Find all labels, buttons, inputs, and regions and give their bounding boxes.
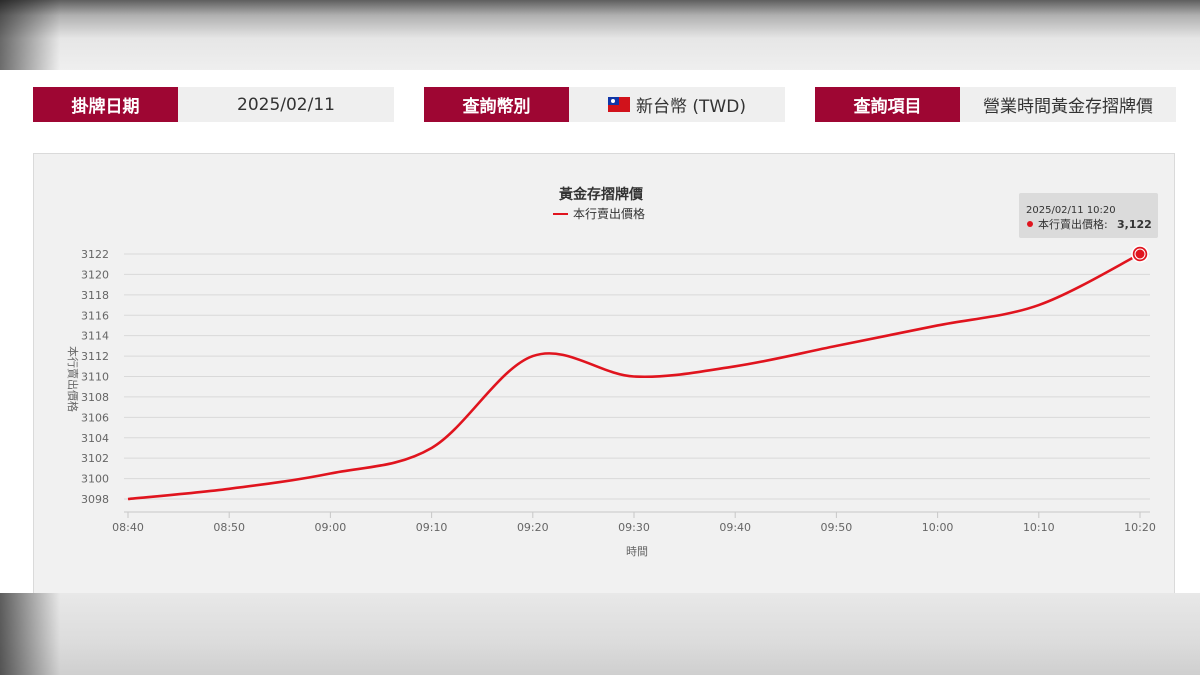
taiwan-flag-icon xyxy=(608,97,631,112)
x-tick-label: 09:10 xyxy=(416,521,448,534)
x-axis-title: 時間 xyxy=(626,545,648,558)
tooltip-series: 本行賣出價格: xyxy=(1038,217,1108,231)
data-point[interactable] xyxy=(226,486,232,492)
highlighted-point[interactable] xyxy=(1131,245,1149,263)
tooltip-date: 2025/02/11 10:20 xyxy=(1026,205,1116,216)
x-tick-label: 09:50 xyxy=(821,521,853,534)
filter-label-currency: 查詢幣別 xyxy=(424,87,569,122)
chart-title: 黃金存摺牌價 xyxy=(558,186,644,203)
x-tick-label: 10:00 xyxy=(922,521,954,534)
tooltip: 2025/02/11 10:20 本行賣出價格: 3,122 xyxy=(1019,193,1158,238)
data-point[interactable] xyxy=(327,470,333,476)
data-point[interactable] xyxy=(631,374,637,380)
y-tick-label: 3118 xyxy=(81,289,109,302)
data-point[interactable] xyxy=(429,445,435,451)
x-tick-label: 10:10 xyxy=(1023,521,1055,534)
x-tick-label: 09:20 xyxy=(517,521,549,534)
data-point[interactable] xyxy=(125,496,131,502)
bottom-frame xyxy=(0,593,1200,675)
date-value[interactable]: 2025/02/11 xyxy=(178,87,394,122)
y-tick-label: 3104 xyxy=(81,432,109,445)
line-chart[interactable]: 3098 3100 3102 3104 3106 3108 3110 3112 3114 3116… xyxy=(34,154,1174,594)
top-frame xyxy=(0,0,1200,70)
y-tick-label: 3112 xyxy=(81,350,109,363)
filter-listing-date: 掛牌日期 2025/02/11 xyxy=(33,87,394,122)
y-tick-label: 3106 xyxy=(81,411,109,424)
y-tick-label: 3114 xyxy=(81,330,109,343)
y-tick-label: 3108 xyxy=(81,391,109,404)
data-point[interactable] xyxy=(1036,302,1042,308)
y-tick-label: 3120 xyxy=(81,268,109,281)
x-tick-label: 09:40 xyxy=(719,521,751,534)
x-tick-label: 09:30 xyxy=(618,521,650,534)
data-point[interactable] xyxy=(732,363,738,369)
y-axis-title: 本行賣出價格 xyxy=(66,346,80,412)
filter-label-item: 查詢項目 xyxy=(815,87,960,122)
y-tick-label: 3116 xyxy=(81,309,109,322)
x-tick-label: 08:40 xyxy=(112,521,144,534)
filter-label-date: 掛牌日期 xyxy=(33,87,178,122)
y-tick-label: 3110 xyxy=(81,371,109,384)
data-point[interactable] xyxy=(530,353,536,359)
currency-value: 新台幣 (TWD) xyxy=(636,97,746,117)
tooltip-marker-icon xyxy=(1027,221,1033,227)
query-item-select[interactable]: 營業時間黃金存摺牌價 xyxy=(960,87,1176,122)
data-point[interactable] xyxy=(935,322,941,328)
y-tick-label: 3098 xyxy=(81,493,109,506)
y-tick-label: 3122 xyxy=(81,248,109,261)
y-tick-label: 3100 xyxy=(81,473,109,486)
x-tick-label: 08:50 xyxy=(213,521,245,534)
legend-label: 本行賣出價格 xyxy=(573,206,645,221)
data-point[interactable] xyxy=(833,343,839,349)
y-tick-label: 3102 xyxy=(81,452,109,465)
legend[interactable]: 本行賣出價格 xyxy=(553,206,645,221)
filter-query-item: 查詢項目 營業時間黃金存摺牌價 xyxy=(815,87,1176,122)
tooltip-value: 3,122 xyxy=(1117,218,1152,231)
currency-select[interactable]: 新台幣 (TWD) xyxy=(569,87,785,122)
x-tick-label: 09:00 xyxy=(315,521,347,534)
filter-currency: 查詢幣別 新台幣 (TWD) xyxy=(424,87,785,122)
chart-panel: 3098 3100 3102 3104 3106 3108 3110 3112 3114 3116… xyxy=(33,153,1175,593)
x-tick-label: 10:20 xyxy=(1124,521,1156,534)
